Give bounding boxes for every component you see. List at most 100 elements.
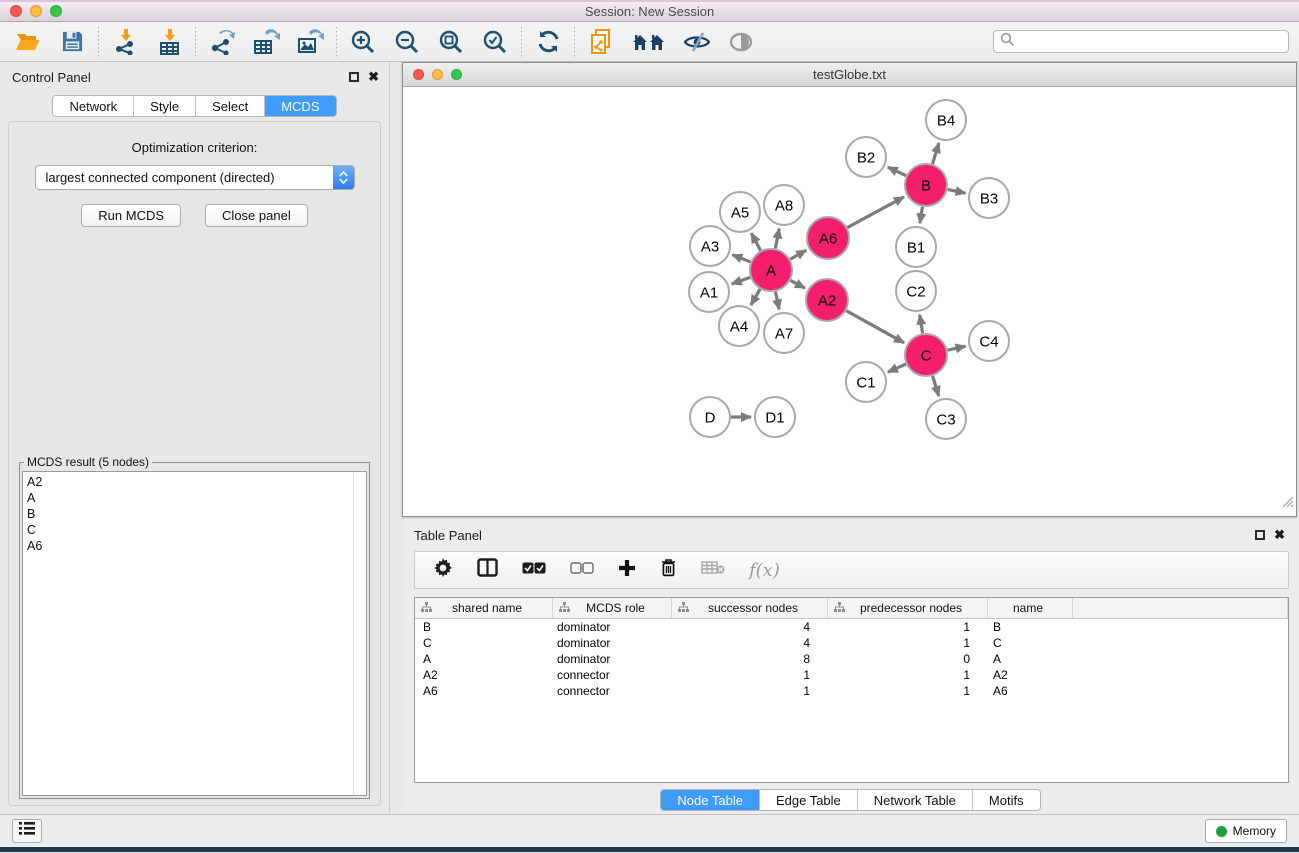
network-canvas[interactable]: B4B2BB3B1A6A5A8A3AA1A2C2A4A7C4CC1C3DD1 <box>403 87 1296 515</box>
add-column-button[interactable] <box>618 559 636 582</box>
table-row[interactable]: A6connector11A6 <box>415 683 1288 699</box>
import-table-button[interactable] <box>155 28 183 56</box>
select-all-button[interactable] <box>522 561 546 579</box>
zoom-out-button[interactable] <box>393 28 421 56</box>
table-row[interactable]: Adominator80A <box>415 651 1288 667</box>
graph-edge-A-A6[interactable] <box>790 250 806 259</box>
network-close-button[interactable] <box>413 69 424 80</box>
home-button[interactable] <box>631 28 667 56</box>
function-builder-button[interactable]: f(x) <box>749 560 780 581</box>
table-tab-network-table[interactable]: Network Table <box>858 790 973 810</box>
column-header-predecessor-nodes[interactable]: predecessor nodes <box>828 598 988 618</box>
deselect-all-button[interactable] <box>570 561 594 579</box>
plus-icon <box>618 559 636 582</box>
result-item[interactable]: A6 <box>27 538 366 554</box>
graph-edge-A-A2[interactable] <box>790 280 805 288</box>
table-row[interactable]: A2connector11A2 <box>415 667 1288 683</box>
window-controls[interactable] <box>10 5 62 17</box>
graph-edge-A-A1[interactable] <box>732 277 751 284</box>
graph-edge-C-C4[interactable] <box>947 346 965 350</box>
import-network-button[interactable] <box>111 28 139 56</box>
close-panel-icon[interactable]: ✖ <box>368 72 379 82</box>
graph-edge-A-A8[interactable] <box>775 229 779 249</box>
graph-edge-C-C2[interactable] <box>920 315 923 334</box>
table-tab-motifs[interactable]: Motifs <box>973 790 1040 810</box>
zoom-fit-button[interactable] <box>437 28 465 56</box>
result-item[interactable]: A2 <box>27 474 366 490</box>
table-row[interactable]: Cdominator41C <box>415 635 1288 651</box>
search-input[interactable] <box>1015 35 1282 49</box>
graph-edge-A-A7[interactable] <box>775 292 779 310</box>
save-session-button[interactable] <box>58 28 86 56</box>
close-panel-button[interactable]: Close panel <box>205 204 308 227</box>
control-panel-tabs: NetworkStyleSelectMCDS <box>52 95 336 117</box>
result-item[interactable]: B <box>27 506 366 522</box>
zoom-selected-button[interactable] <box>481 28 509 56</box>
delete-column-button[interactable] <box>660 558 677 582</box>
zoom-in-icon <box>350 29 376 55</box>
graph-edge-C-C3[interactable] <box>933 376 939 396</box>
graph-edge-B-B4[interactable] <box>932 143 938 164</box>
split-view-button[interactable] <box>477 558 498 582</box>
control-panel-title: Control Panel <box>12 70 91 85</box>
open-file-button[interactable] <box>14 28 42 56</box>
graph-node-label-C4: C4 <box>979 333 998 350</box>
graph-node-label-A8: A8 <box>775 197 793 214</box>
table-close-icon[interactable]: ✖ <box>1274 530 1285 540</box>
gear-icon <box>433 558 453 583</box>
hide-details-button[interactable] <box>683 28 711 56</box>
graph-edge-A6-B[interactable] <box>847 197 904 228</box>
clone-network-button[interactable] <box>587 28 615 56</box>
mcds-result-title: MCDS result (5 nodes) <box>24 455 152 469</box>
hierarchy-icon <box>678 601 689 615</box>
graph-edge-A-A4[interactable] <box>751 289 760 305</box>
tab-select[interactable]: Select <box>196 96 265 116</box>
table-cell: 1 <box>828 667 988 683</box>
run-mcds-button[interactable]: Run MCDS <box>81 204 181 227</box>
zoom-window-button[interactable] <box>50 5 62 17</box>
zoom-in-button[interactable] <box>349 28 377 56</box>
result-item[interactable]: A <box>27 490 366 506</box>
table-settings-button[interactable] <box>433 558 453 583</box>
minimize-window-button[interactable] <box>30 5 42 17</box>
resize-grip-icon[interactable] <box>1280 494 1294 513</box>
graph-edge-A-A5[interactable] <box>751 233 760 250</box>
show-graphics-button[interactable] <box>727 28 755 56</box>
graph-edge-C-C1[interactable] <box>888 364 906 372</box>
result-list-scrollbar[interactable] <box>353 472 366 795</box>
search-field[interactable] <box>993 30 1289 53</box>
column-header-shared-name[interactable]: shared name <box>415 598 553 618</box>
delete-table-button[interactable] <box>701 560 725 580</box>
graph-edge-B-B3[interactable] <box>948 189 966 193</box>
refresh-button[interactable] <box>534 28 562 56</box>
column-header-successor-nodes[interactable]: successor nodes <box>672 598 828 618</box>
export-table-button[interactable] <box>252 28 280 56</box>
column-header-name[interactable]: name <box>988 598 1073 618</box>
network-zoom-button[interactable] <box>451 69 462 80</box>
criterion-dropdown[interactable]: largest connected component (directed) <box>35 165 355 190</box>
table-float-icon[interactable] <box>1255 530 1265 540</box>
table-row[interactable]: Bdominator41B <box>415 619 1288 635</box>
graph-node-label-D: D <box>705 409 716 426</box>
double-home-icon <box>632 31 666 53</box>
tab-mcds[interactable]: MCDS <box>265 96 335 116</box>
memory-button[interactable]: Memory <box>1205 819 1287 843</box>
graph-edge-A-A3[interactable] <box>732 255 750 262</box>
graph-edge-B-B1[interactable] <box>920 207 923 224</box>
tab-style[interactable]: Style <box>134 96 196 116</box>
close-window-button[interactable] <box>10 5 22 17</box>
graph-edge-A2-C[interactable] <box>846 311 904 343</box>
tab-network[interactable]: Network <box>53 96 134 116</box>
export-network-button[interactable] <box>208 28 236 56</box>
export-image-button[interactable] <box>296 28 324 56</box>
network-window-title: testGlobe.txt <box>813 67 886 82</box>
mcds-result-list[interactable]: A2ABCA6 <box>22 471 367 796</box>
result-item[interactable]: C <box>27 522 366 538</box>
float-panel-icon[interactable] <box>349 72 359 82</box>
table-tab-node-table[interactable]: Node Table <box>661 790 760 810</box>
column-header-MCDS-role[interactable]: MCDS role <box>553 598 672 618</box>
table-tab-edge-table[interactable]: Edge Table <box>760 790 858 810</box>
network-minimize-button[interactable] <box>432 69 443 80</box>
task-history-button[interactable] <box>12 819 42 843</box>
graph-edge-B-B2[interactable] <box>888 167 906 176</box>
